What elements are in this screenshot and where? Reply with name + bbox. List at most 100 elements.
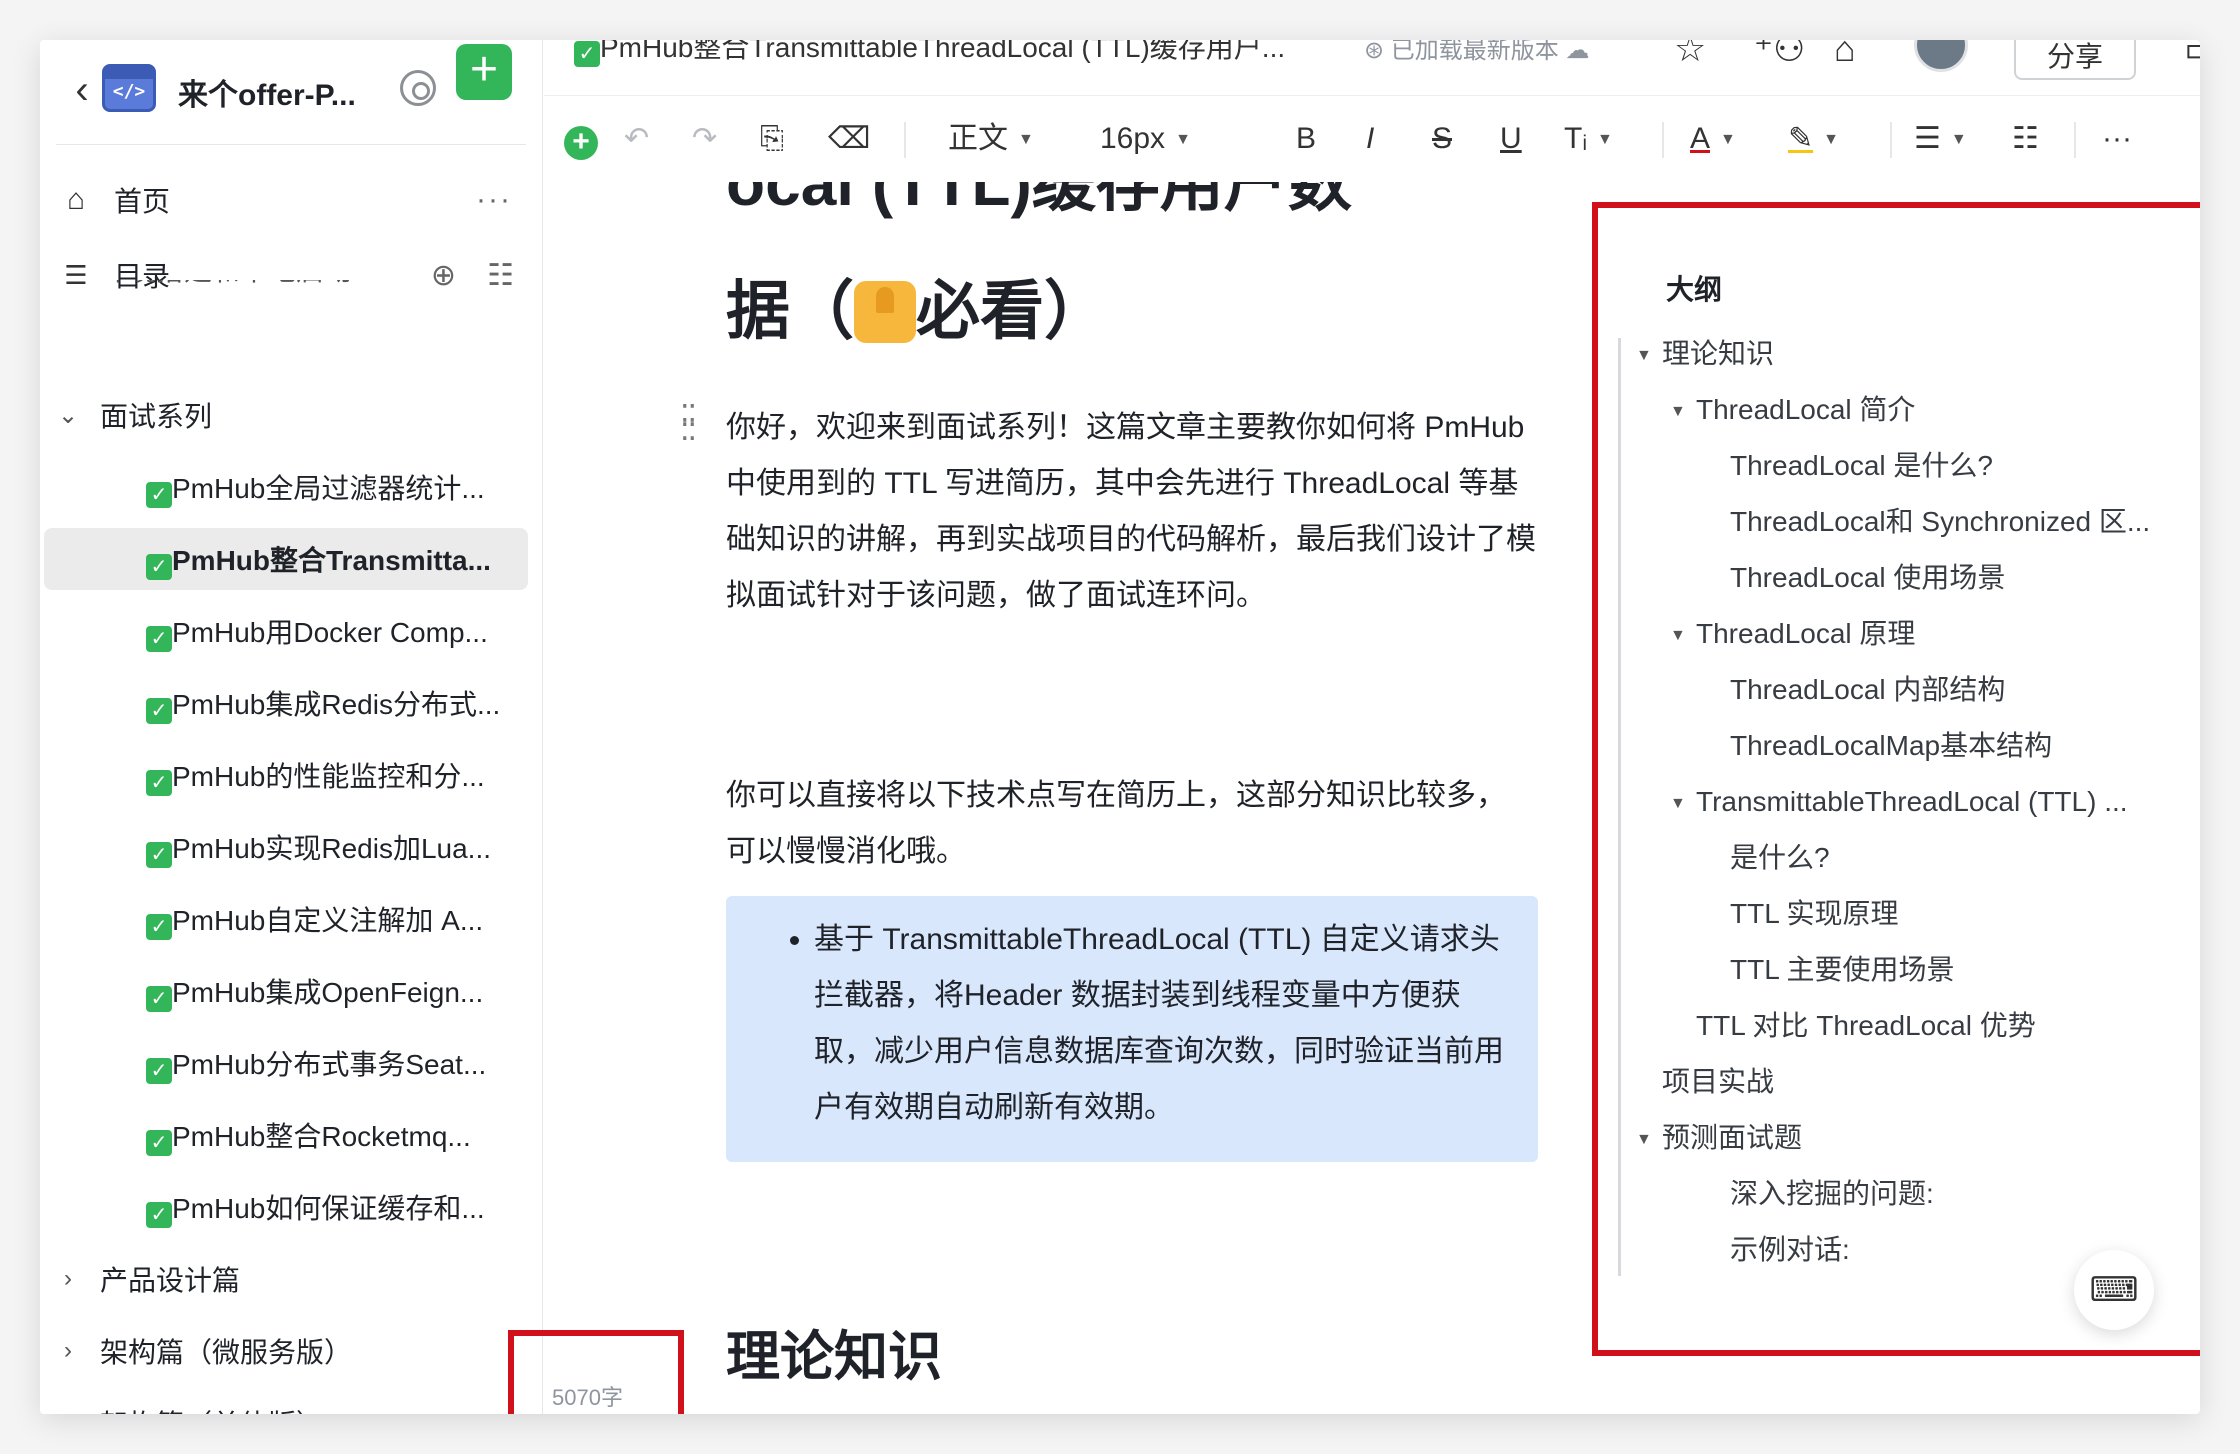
outline-item[interactable]: ThreadLocal 使用场景: [1730, 558, 2005, 598]
outline-item[interactable]: ThreadLocal和 Synchronized 区...: [1730, 502, 2150, 542]
bullet-list-icon[interactable]: ☷: [2012, 114, 2039, 164]
tree-item[interactable]: ✓ PmHub集成Redis分布式...: [40, 672, 542, 734]
toolbar-divider: [904, 122, 906, 158]
tree-item[interactable]: ✓ PmHub全局过滤器统计...: [40, 456, 542, 518]
tree-folder-product-design[interactable]: › 产品设计篇: [40, 1248, 542, 1310]
check-icon: ✓: [146, 841, 172, 868]
heading-part: 必看）: [916, 275, 1108, 347]
bullet-list: 基于 TransmittableThreadLocal (TTL) 自定义请求头…: [814, 912, 1514, 1136]
tree-item-cut[interactable]: 环境搭建和本地启动: [40, 280, 542, 300]
chevron-right-icon[interactable]: ›: [56, 1337, 80, 1365]
outline-item[interactable]: TTL 实现原理: [1730, 894, 1899, 934]
outline-item[interactable]: ThreadLocalMap基本结构: [1730, 726, 2052, 766]
outline-item[interactable]: ▼ 预测面试题: [1636, 1118, 1802, 1158]
add-button[interactable]: +: [456, 44, 512, 100]
format-painter-icon[interactable]: ⎘: [760, 114, 784, 164]
tree-item-label: PmHub集成OpenFeign...: [172, 976, 484, 1008]
font-size-select[interactable]: 16px ▼: [1100, 114, 1191, 164]
tree-item-label: PmHub用Docker Comp...: [172, 616, 488, 648]
tree-item[interactable]: ✓ PmHub自定义注解加 A...: [40, 888, 542, 950]
tree-item[interactable]: ✓ PmHub集成OpenFeign...: [40, 960, 542, 1022]
tree-item[interactable]: ✓ PmHub分布式事务Seat...: [40, 1032, 542, 1094]
caret-down-icon[interactable]: ▼: [1636, 1120, 1662, 1160]
check-icon: ✓: [146, 985, 172, 1012]
home-icon: ⌂: [66, 183, 86, 216]
document-body: ocal (TTL)缓存用户数 据（ 必看） ⁚⁚ ⁚⁚ 你好，欢迎来到面试系列！这…: [544, 182, 1576, 1414]
redo-icon[interactable]: ↷: [692, 114, 717, 164]
clear-format-icon[interactable]: ⌫: [828, 114, 870, 164]
tree-folder-monolith[interactable]: › 架构篇（单体版）: [40, 1392, 542, 1414]
outline-item[interactable]: ▼ 理论知识: [1636, 334, 1774, 374]
underline-button[interactable]: U: [1500, 114, 1522, 164]
back-icon[interactable]: ‹: [62, 60, 102, 120]
outline-item[interactable]: 项目实战: [1662, 1062, 1774, 1102]
star-icon[interactable]: ☆: [1674, 40, 1706, 70]
outline-item[interactable]: TTL 对比 ThreadLocal 优势: [1696, 1006, 2036, 1046]
outline-item[interactable]: TTL 主要使用场景: [1730, 950, 1955, 990]
font-size-label: 16px: [1100, 122, 1166, 155]
outline-item[interactable]: ▼ ThreadLocal 简介: [1670, 390, 1915, 430]
undo-icon[interactable]: ↶: [624, 114, 649, 164]
keyboard-shortcuts-icon[interactable]: ⌨: [2074, 1250, 2154, 1330]
chevron-right-icon[interactable]: ›: [56, 1265, 80, 1293]
caret-down-icon[interactable]: ▼: [1636, 336, 1662, 376]
outline-label: ThreadLocal 简介: [1696, 394, 1916, 425]
list-item: 基于 TransmittableThreadLocal (TTL) 自定义请求头…: [814, 912, 1514, 1136]
outline-item[interactable]: ThreadLocal 是什么?: [1730, 446, 1993, 486]
toolbar-divider: [1662, 122, 1664, 158]
tree-item-label: PmHub整合Rocketmq...: [172, 1120, 471, 1152]
font-color-icon[interactable]: A ▼: [1690, 114, 1736, 164]
paragraph-style-select[interactable]: 正文 ▼: [948, 114, 1034, 164]
layout-icon[interactable]: ▭: [2184, 40, 2200, 70]
outline-label: TTL 实现原理: [1730, 898, 1899, 929]
tree-item[interactable]: ✓ PmHub的性能监控和分...: [40, 744, 542, 806]
comment-icon[interactable]: ⌂: [1834, 40, 1856, 70]
doc-title-tab[interactable]: ✓ PmHub整合TransmittableThreadLocal (TTL)缓存…: [574, 40, 1285, 67]
check-icon: ✓: [146, 1129, 172, 1156]
outline-item[interactable]: ▼ ThreadLocal 原理: [1670, 614, 1915, 654]
knowledge-base-title[interactable]: 来个offer-P...: [178, 70, 356, 114]
chevron-right-icon[interactable]: ›: [56, 1409, 80, 1414]
sidebar-item-home[interactable]: ⌂ 首页 ···: [40, 170, 542, 230]
text-spacing-icon[interactable]: Tᵢ ▼: [1564, 114, 1613, 164]
tree-item[interactable]: ✓ PmHub整合Rocketmq...: [40, 1104, 542, 1166]
more-icon[interactable]: ···: [476, 183, 512, 217]
toolbar-divider: [2074, 122, 2076, 158]
share-button[interactable]: 分享: [2014, 40, 2136, 80]
strikethrough-button[interactable]: S: [1432, 114, 1452, 164]
outline-label: ThreadLocal 内部结构: [1730, 674, 2006, 705]
outline-item[interactable]: ▼ TransmittableThreadLocal (TTL) ...: [1670, 782, 2128, 822]
outline-item[interactable]: 示例对话:: [1730, 1230, 1850, 1270]
tree-item-active[interactable]: ✓ PmHub整合Transmitta...: [44, 528, 528, 590]
align-icon[interactable]: ☰ ▼: [1914, 114, 1967, 164]
chevron-down-icon[interactable]: ⌄: [56, 401, 80, 430]
caret-down-icon[interactable]: ▼: [1670, 392, 1696, 432]
outline-label: ThreadLocal 原理: [1696, 618, 1916, 649]
tree-item[interactable]: ✓ PmHub实现Redis加Lua...: [40, 816, 542, 878]
tree-folder-interview[interactable]: ⌄ 面试系列: [40, 384, 542, 446]
italic-button[interactable]: I: [1366, 114, 1374, 164]
caret-down-icon: ▼: [1018, 131, 1034, 148]
outline-label: TTL 主要使用场景: [1730, 954, 1955, 985]
more-tools-button[interactable]: ···: [2102, 114, 2132, 164]
bold-button[interactable]: B: [1296, 114, 1316, 164]
outline-item[interactable]: 深入挖掘的问题:: [1730, 1174, 1934, 1214]
outline-label: 预测面试题: [1662, 1122, 1803, 1153]
tree-item-label: PmHub分布式事务Seat...: [172, 1048, 487, 1080]
outline-label: 深入挖掘的问题:: [1730, 1178, 1934, 1209]
tree-folder-microservice[interactable]: › 架构篇（微服务版）: [40, 1320, 542, 1382]
add-collaborator-icon[interactable]: ⁺⚇: [1754, 40, 1805, 70]
caret-down-icon[interactable]: ▼: [1670, 784, 1696, 824]
avatar[interactable]: [1914, 40, 1968, 72]
insert-icon[interactable]: +: [564, 126, 598, 160]
tree-item[interactable]: ✓ PmHub如何保证缓存和...: [40, 1176, 542, 1238]
outline-item[interactable]: ThreadLocal 内部结构: [1730, 670, 2005, 710]
tree-item[interactable]: ✓ PmHub用Docker Comp...: [40, 600, 542, 662]
outline-rail: [1618, 338, 1621, 1276]
outline-item[interactable]: 是什么?: [1730, 838, 1830, 878]
settings-icon[interactable]: [400, 70, 436, 106]
drag-handle-icon[interactable]: ⁚⁚ ⁚⁚: [680, 402, 697, 446]
tree-item-label: PmHub的性能监控和分...: [172, 760, 485, 792]
caret-down-icon[interactable]: ▼: [1670, 616, 1696, 656]
highlight-icon[interactable]: ✎ ▼: [1788, 114, 1839, 164]
